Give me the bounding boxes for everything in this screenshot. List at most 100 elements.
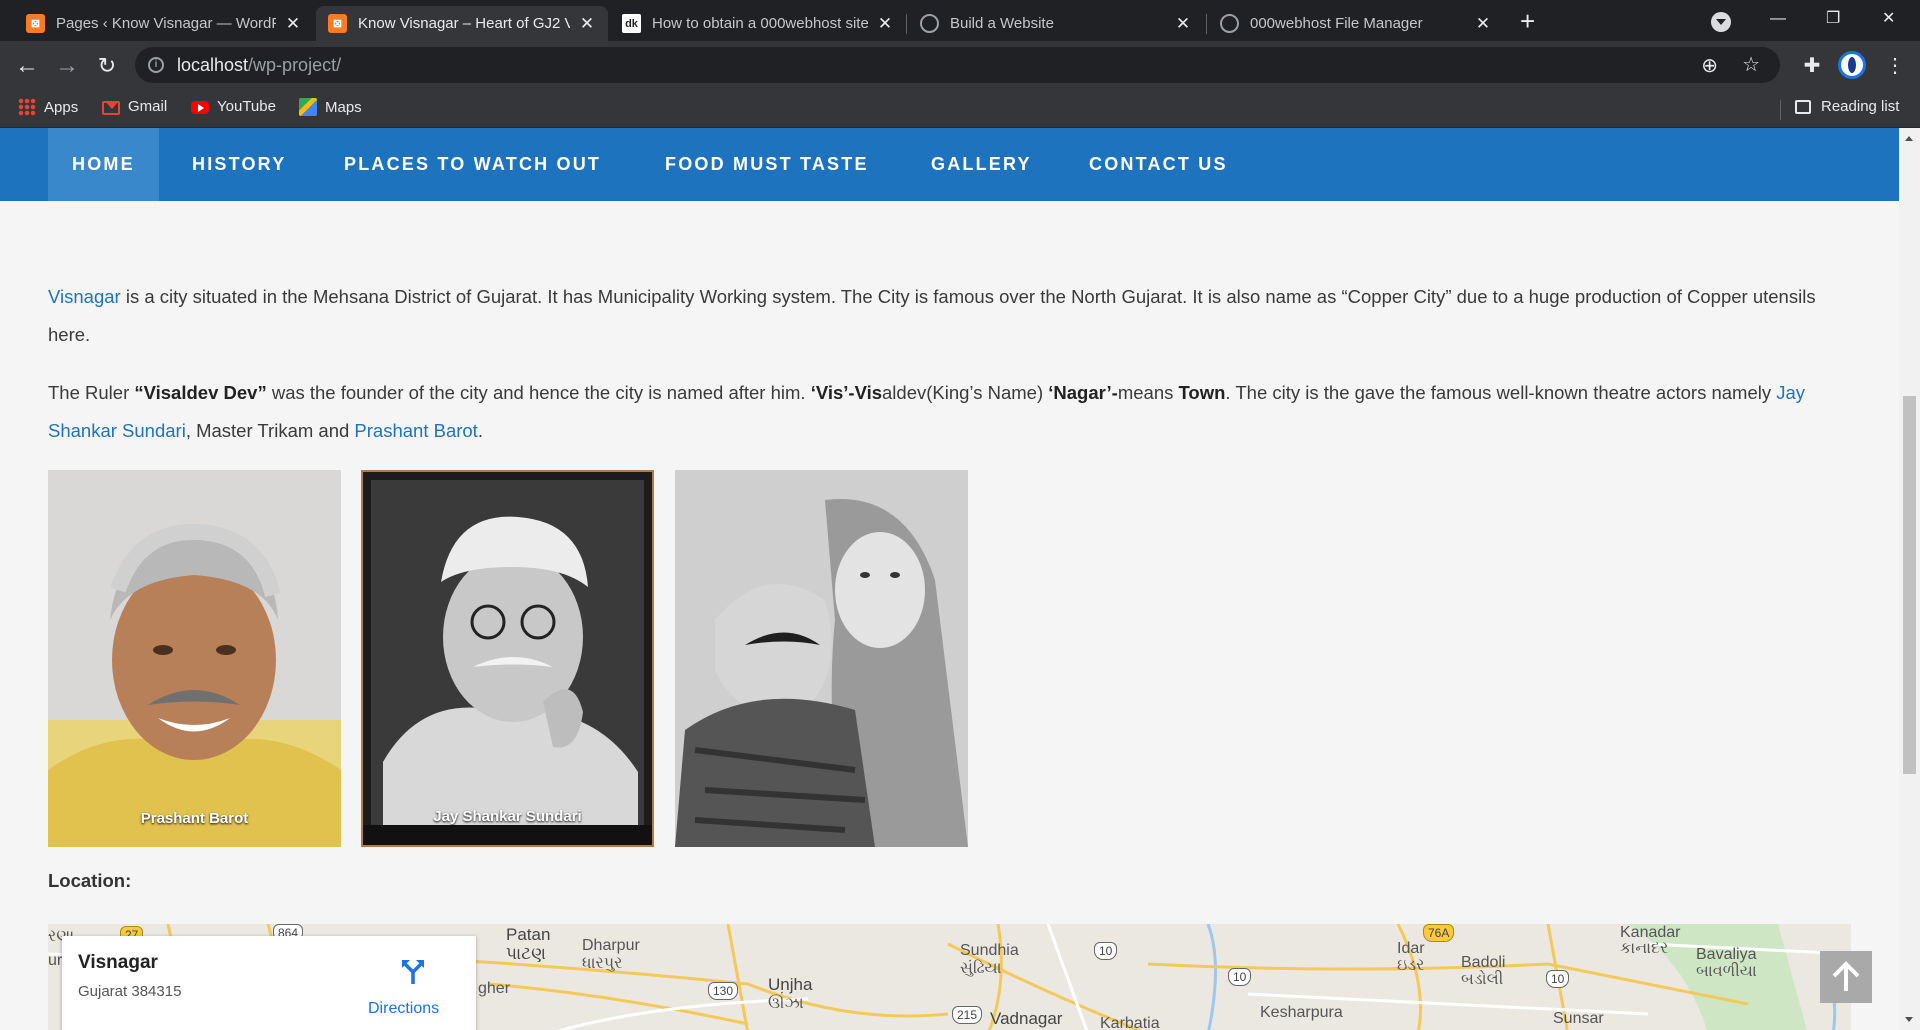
highway-shield: 10 — [1228, 968, 1252, 986]
tab-search-icon[interactable] — [1711, 12, 1731, 32]
bookmark-maps[interactable]: Maps — [299, 98, 362, 116]
highway-shield: 215 — [952, 1006, 983, 1024]
map-label-kanadar: Kanadar — [1620, 924, 1681, 941]
nav-gallery[interactable]: GALLERY — [907, 128, 1056, 201]
text-run: aldev(King’s Name) — [882, 382, 1049, 403]
site-nav: HOME HISTORY PLACES TO WATCH OUT FOOD MU… — [0, 128, 1899, 201]
xampp-icon: ⊠ — [328, 14, 347, 33]
map-label: ur — [48, 952, 63, 969]
nav-food[interactable]: FOOD MUST TASTE — [641, 128, 893, 201]
highway-shield: 10 — [1094, 942, 1118, 960]
menu-icon[interactable]: ⋮ — [1880, 51, 1910, 81]
location-heading: Location: — [48, 870, 132, 891]
map-label-bavaliya: Bavaliya — [1696, 946, 1757, 963]
extensions-icon[interactable]: ✚ — [1797, 51, 1827, 81]
tab-title: Know Visnagar – Heart of GJ2 Vis — [358, 15, 570, 32]
text-run: was the founder of the city and hence th… — [266, 382, 811, 403]
map-label-kesharpura: Kesharpura — [1260, 1004, 1343, 1021]
photo-theatre-scene[interactable] — [675, 470, 968, 847]
directions-icon[interactable] — [402, 960, 424, 984]
photo-prashant-barot[interactable]: Prashant Barot — [48, 470, 341, 847]
nav-history[interactable]: HISTORY — [168, 128, 310, 201]
page-scrollbar[interactable] — [1899, 128, 1920, 1030]
close-icon[interactable]: ✕ — [876, 14, 894, 34]
browser-tab-000webhost-guide[interactable]: dk How to obtain a 000webhost site ✕ — [610, 6, 906, 41]
reading-list-label: Reading list — [1821, 98, 1900, 115]
tab-separator — [906, 14, 907, 34]
scroll-to-top-button[interactable] — [1820, 951, 1872, 1003]
map-label: gher — [478, 980, 511, 997]
close-icon[interactable]: ✕ — [284, 14, 302, 34]
place-name: Visnagar — [78, 952, 158, 973]
bookmarks-bar: Apps Gmail YouTube Maps Reading list — [0, 90, 1920, 128]
tab-title: How to obtain a 000webhost site — [652, 15, 868, 32]
profile-avatar[interactable] — [1838, 51, 1866, 79]
map-label-unjha-gu: ઊંઝા — [768, 995, 804, 1012]
minimize-icon[interactable]: — — [1770, 4, 1786, 34]
bold-run: ‘Vis’-Vis — [810, 382, 883, 403]
reading-list-button[interactable]: Reading list — [1795, 98, 1899, 115]
map-place-card: Visnagar Gujarat 384315 Directions — [62, 936, 476, 1030]
nav-places[interactable]: PLACES TO WATCH OUT — [320, 128, 625, 201]
nav-home[interactable]: HOME — [48, 128, 159, 201]
browser-tab-know-visnagar[interactable]: ⊠ Know Visnagar – Heart of GJ2 Vis ✕ — [316, 6, 608, 41]
directions-link[interactable]: Directions — [368, 1000, 439, 1018]
bookmark-star-icon[interactable]: ☆ — [1742, 52, 1760, 77]
back-icon[interactable]: ← — [12, 51, 42, 81]
intro-paragraph: Visnagar is a city situated in the Mehsa… — [48, 278, 1848, 354]
new-tab-button[interactable]: + — [1520, 6, 1535, 36]
visnagar-link[interactable]: Visnagar — [48, 286, 121, 307]
nav-contact[interactable]: CONTACT US — [1065, 128, 1252, 201]
browser-tab-file-manager[interactable]: 000webhost File Manager ✕ — [1208, 6, 1504, 41]
map-label-unjha: Unjha — [768, 975, 813, 994]
portrait-image — [48, 470, 341, 847]
apps-icon — [18, 98, 36, 116]
map-label-patan-gu: પાટણ — [506, 944, 546, 963]
map-label-patan: Patan — [506, 925, 551, 944]
bookmark-gmail[interactable]: Gmail — [102, 98, 167, 115]
restore-icon[interactable]: ❐ — [1826, 4, 1840, 34]
bookmark-separator — [1780, 100, 1781, 120]
close-icon[interactable]: ✕ — [1474, 14, 1492, 34]
photo-jay-shankar-sundari[interactable]: Jay Shankar Sundari — [361, 470, 654, 847]
map-label-idar: Idar — [1397, 940, 1425, 957]
map-label-dharpur: Dharpur — [582, 937, 640, 954]
prashant-barot-link[interactable]: Prashant Barot — [354, 420, 477, 441]
browser-tab-build-website[interactable]: Build a Website ✕ — [908, 6, 1204, 41]
history-paragraph: The Ruler “Visaldev Dev” was the founder… — [48, 374, 1848, 450]
photo-caption: Prashant Barot — [140, 810, 249, 827]
bookmark-apps[interactable]: Apps — [18, 98, 78, 116]
arrow-up-icon — [1832, 961, 1860, 991]
url-text[interactable]: localhost/wp-project/ — [177, 55, 341, 76]
scrollbar-thumb[interactable] — [1903, 396, 1916, 774]
address-bar[interactable]: i localhost/wp-project/ ⊕ ☆ — [135, 47, 1780, 83]
photo-caption: Jay Shankar Sundari — [433, 808, 582, 825]
text-run: . — [477, 420, 483, 441]
bookmark-label: Maps — [325, 98, 362, 116]
reading-list-icon — [1795, 99, 1811, 114]
place-address: Gujarat 384315 — [78, 983, 182, 1000]
zoom-icon[interactable]: ⊕ — [1701, 53, 1718, 78]
tab-title: Build a Website — [950, 15, 1054, 32]
theatre-photo-image — [675, 470, 968, 847]
intro-text: is a city situated in the Mehsana Distri… — [48, 286, 1816, 345]
close-window-icon[interactable]: ✕ — [1882, 4, 1895, 34]
reload-icon[interactable]: ↻ — [92, 51, 122, 81]
bookmark-label: Gmail — [128, 98, 168, 115]
embedded-map[interactable]: રણા ur 27 864 Patan પાટણ Dharpur ધારપુર … — [48, 924, 1851, 1030]
site-info-icon[interactable]: i — [148, 57, 164, 73]
scroll-up-icon[interactable] — [1905, 136, 1913, 141]
globe-icon — [1220, 14, 1239, 33]
tab-title: Pages ‹ Know Visnagar — WordP — [56, 15, 276, 32]
forward-icon[interactable]: → — [52, 51, 82, 81]
close-icon[interactable]: ✕ — [1174, 14, 1192, 34]
bold-run: “Visaldev Dev” — [134, 382, 267, 403]
scroll-down-icon[interactable] — [1905, 1017, 1913, 1022]
bookmark-youtube[interactable]: YouTube — [191, 98, 276, 115]
browser-tab-pages[interactable]: ⊠ Pages ‹ Know Visnagar — WordP ✕ — [14, 6, 314, 41]
dk-icon: dk — [622, 14, 641, 33]
map-label: Karbatia — [1100, 1015, 1160, 1030]
close-icon[interactable]: ✕ — [578, 14, 596, 34]
bookmark-label: YouTube — [217, 98, 276, 115]
highway-shield: 76A — [1423, 924, 1455, 942]
